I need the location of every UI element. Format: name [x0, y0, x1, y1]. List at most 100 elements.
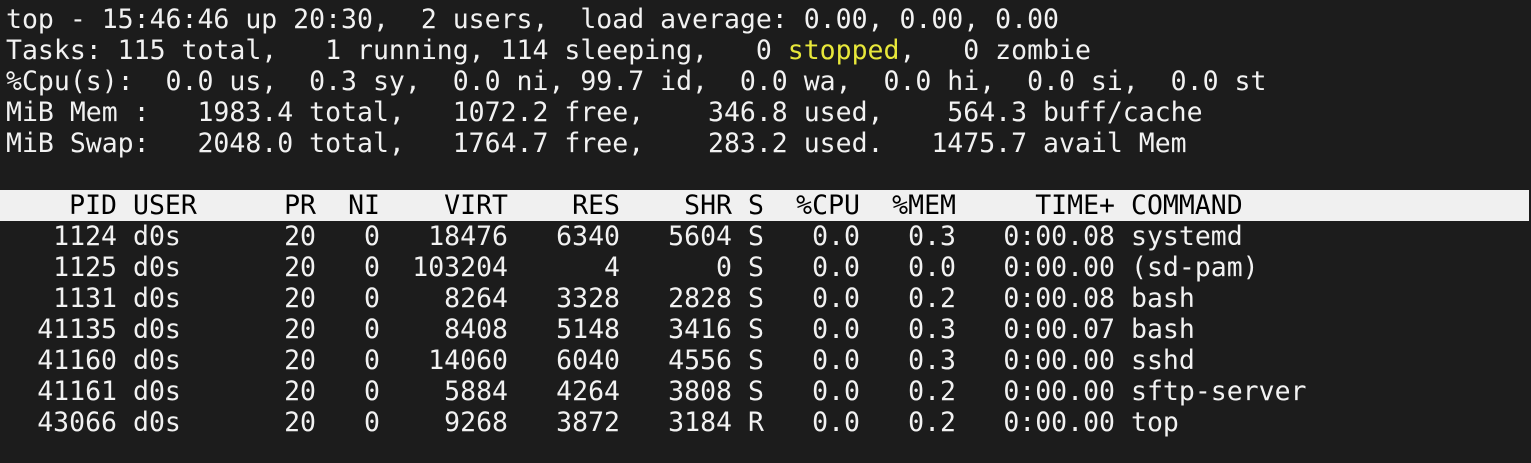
tasks-line: Tasks: 115 total, 1 running, 114 sleepin… — [0, 35, 1531, 66]
cell-pid: 1131 — [53, 283, 117, 314]
cell-shr: 0 — [716, 252, 732, 283]
cell-pr: 20 — [284, 221, 316, 252]
cell-virt: 14060 — [428, 345, 508, 376]
cell-res: 6340 — [556, 221, 620, 252]
cell-shr: 3416 — [668, 314, 732, 345]
cell-ni: 0 — [364, 283, 380, 314]
cell-user: d0s — [133, 407, 181, 438]
swap-line: MiB Swap: 2048.0 total, 1764.7 free, 283… — [6, 128, 1187, 159]
col-header-res: RES — [572, 190, 620, 221]
cell-pr: 20 — [284, 314, 316, 345]
cell-time: 0:00.07 — [1003, 314, 1115, 345]
cell-state: S — [748, 221, 764, 252]
cell-virt: 8408 — [444, 314, 508, 345]
col-header-pr: PR — [284, 190, 316, 221]
cell-user: d0s — [133, 221, 181, 252]
cell-user: d0s — [133, 252, 181, 283]
cell-command: top — [1131, 407, 1179, 438]
cell-virt: 9268 — [444, 407, 508, 438]
terminal-window[interactable]: top - 15:46:46 up 20:30, 2 users, load a… — [0, 0, 1531, 463]
cell-ni: 0 — [364, 221, 380, 252]
cell-ni: 0 — [364, 407, 380, 438]
process-row[interactable]: 41161 d0s 20 0 5884 4264 3808 S 0.0 0.2 0:00.00 sft… — [0, 376, 1531, 407]
cell-time: 0:00.00 — [1003, 407, 1115, 438]
cell-time: 0:00.08 — [1003, 283, 1115, 314]
cell-cpu: 0.0 — [812, 314, 860, 345]
cell-virt: 5884 — [444, 376, 508, 407]
cell-pid: 41135 — [37, 314, 117, 345]
mem-line: MiB Mem : 1983.4 total, 1072.2 free, 346… — [6, 97, 1203, 128]
cell-virt: 18476 — [428, 221, 508, 252]
process-row[interactable]: 43066 d0s 20 0 9268 3872 3184 R 0.0 0.2 0:00.00 top — [0, 407, 1531, 438]
cell-mem: 0.3 — [908, 345, 956, 376]
cell-cpu: 0.0 — [812, 252, 860, 283]
process-row[interactable]: 1124 d0s 20 0 18476 6340 5604 S 0.0 0.3 0:00.08 sys… — [0, 221, 1531, 252]
cell-command: sshd — [1131, 345, 1195, 376]
process-row[interactable]: 1125 d0s 20 0 103204 4 0 S 0.0 0.0 0:00.00 (sd-pam) — [0, 252, 1531, 283]
tasks-stopped-label: stopped — [787, 35, 900, 66]
cell-user: d0s — [133, 345, 181, 376]
cell-mem: 0.0 — [908, 252, 956, 283]
cell-shr: 3808 — [668, 376, 732, 407]
cell-pid: 41160 — [37, 345, 117, 376]
cell-user: d0s — [133, 283, 181, 314]
cell-pr: 20 — [284, 252, 316, 283]
cell-virt: 103204 — [412, 252, 508, 283]
cell-pr: 20 — [284, 407, 316, 438]
col-header-user: USER — [133, 190, 197, 221]
cell-ni: 0 — [364, 314, 380, 345]
cell-res: 3328 — [556, 283, 620, 314]
cell-state: S — [748, 376, 764, 407]
process-row[interactable]: 41135 d0s 20 0 8408 5148 3416 S 0.0 0.3 0:00.07 bas… — [0, 314, 1531, 345]
cell-pr: 20 — [284, 376, 316, 407]
cell-pid: 41161 — [37, 376, 117, 407]
cell-shr: 4556 — [668, 345, 732, 376]
cell-state: R — [748, 407, 764, 438]
cell-state: S — [748, 252, 764, 283]
cell-shr: 2828 — [668, 283, 732, 314]
col-header-time: TIME+ — [1035, 190, 1115, 221]
cell-mem: 0.2 — [908, 376, 956, 407]
process-table-header: PID USER PR NI VIRT RES SHR S %CPU %MEM TIME+ COMMA… — [0, 190, 1529, 221]
cell-res: 6040 — [556, 345, 620, 376]
col-header-pid: PID — [69, 190, 117, 221]
cell-command: sftp-server — [1131, 376, 1307, 407]
col-header-cpu: %CPU — [796, 190, 860, 221]
cell-res: 3872 — [556, 407, 620, 438]
cell-cpu: 0.0 — [812, 283, 860, 314]
cell-pid: 1124 — [53, 221, 117, 252]
cell-virt: 8264 — [444, 283, 508, 314]
cell-pid: 1125 — [53, 252, 117, 283]
cell-ni: 0 — [364, 252, 380, 283]
cell-shr: 5604 — [668, 221, 732, 252]
tasks-counts: Tasks: 115 total, 1 running, 114 sleepin… — [6, 35, 788, 66]
cell-time: 0:00.00 — [1003, 345, 1115, 376]
cell-mem: 0.2 — [908, 283, 956, 314]
cell-res: 4264 — [556, 376, 620, 407]
col-header-command: COMMAND — [1131, 190, 1243, 221]
cell-time: 0:00.00 — [1003, 252, 1115, 283]
cell-cpu: 0.0 — [812, 407, 860, 438]
cell-time: 0:00.00 — [1003, 376, 1115, 407]
cell-cpu: 0.0 — [812, 345, 860, 376]
uptime-line: top - 15:46:46 up 20:30, 2 users, load a… — [6, 4, 1059, 35]
cell-shr: 3184 — [668, 407, 732, 438]
process-row[interactable]: 1131 d0s 20 0 8264 3328 2828 S 0.0 0.2 0:00.08 bash — [0, 283, 1531, 314]
cell-state: S — [748, 283, 764, 314]
col-header-mem: %MEM — [892, 190, 956, 221]
cell-cpu: 0.0 — [812, 376, 860, 407]
cell-command: (sd-pam) — [1131, 252, 1259, 283]
col-header-virt: VIRT — [444, 190, 508, 221]
process-row[interactable]: 41160 d0s 20 0 14060 6040 4556 S 0.0 0.3 0:00.00 ss… — [0, 345, 1531, 376]
cell-pid: 43066 — [37, 407, 117, 438]
cell-command: systemd — [1131, 221, 1243, 252]
cell-time: 0:00.08 — [1003, 221, 1115, 252]
col-header-state: S — [748, 190, 764, 221]
cell-user: d0s — [133, 376, 181, 407]
cell-cpu: 0.0 — [812, 221, 860, 252]
cell-pr: 20 — [284, 345, 316, 376]
cell-state: S — [748, 314, 764, 345]
tasks-zombie: , 0 zombie — [899, 35, 1091, 66]
cell-user: d0s — [133, 314, 181, 345]
